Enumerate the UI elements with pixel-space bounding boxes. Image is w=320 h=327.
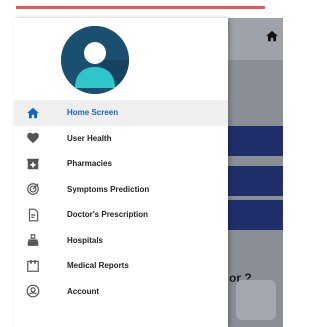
drawer-item-label: Doctor's Prescription bbox=[67, 210, 149, 220]
navigation-drawer: Home Screen User Health Pharmacies Sympt… bbox=[14, 18, 228, 327]
user-avatar-icon[interactable] bbox=[61, 26, 129, 94]
report-icon bbox=[24, 257, 42, 275]
drawer-item-account[interactable]: Account bbox=[14, 279, 228, 305]
home-icon bbox=[24, 104, 42, 122]
drawer-menu: Home Screen User Health Pharmacies Sympt… bbox=[14, 100, 228, 304]
drawer-item-label: Home Screen bbox=[67, 108, 119, 118]
drawer-item-label: Pharmacies bbox=[67, 159, 112, 169]
hospital-icon bbox=[24, 231, 42, 249]
drawer-item-label: Medical Reports bbox=[67, 261, 129, 271]
drawer-item-hospitals[interactable]: Hospitals bbox=[14, 228, 228, 254]
home-icon[interactable] bbox=[265, 29, 279, 43]
background-section bbox=[228, 126, 283, 156]
drawer-item-label: User Health bbox=[67, 133, 112, 143]
drawer-item-user-health[interactable]: User Health bbox=[14, 126, 228, 152]
account-icon bbox=[24, 282, 42, 300]
status-strip bbox=[0, 0, 283, 14]
drawer-item-label: Account bbox=[67, 286, 99, 296]
drawer-item-doctors-prescription[interactable]: Doctor's Prescription bbox=[14, 202, 228, 228]
heart-icon bbox=[24, 129, 42, 147]
background-card bbox=[236, 280, 276, 320]
drawer-item-symptoms-prediction[interactable]: Symptoms Prediction bbox=[14, 177, 228, 203]
prescription-icon bbox=[24, 206, 42, 224]
pharmacy-icon bbox=[24, 155, 42, 173]
drawer-item-pharmacies[interactable]: Pharmacies bbox=[14, 151, 228, 177]
background-section bbox=[228, 166, 283, 196]
drawer-item-medical-reports[interactable]: Medical Reports bbox=[14, 253, 228, 279]
drawer-item-label: Hospitals bbox=[67, 235, 104, 245]
drawer-item-home-screen[interactable]: Home Screen bbox=[14, 100, 228, 126]
prediction-icon bbox=[24, 180, 42, 198]
drawer-item-label: Symptoms Prediction bbox=[67, 184, 150, 194]
background-section bbox=[228, 200, 283, 230]
